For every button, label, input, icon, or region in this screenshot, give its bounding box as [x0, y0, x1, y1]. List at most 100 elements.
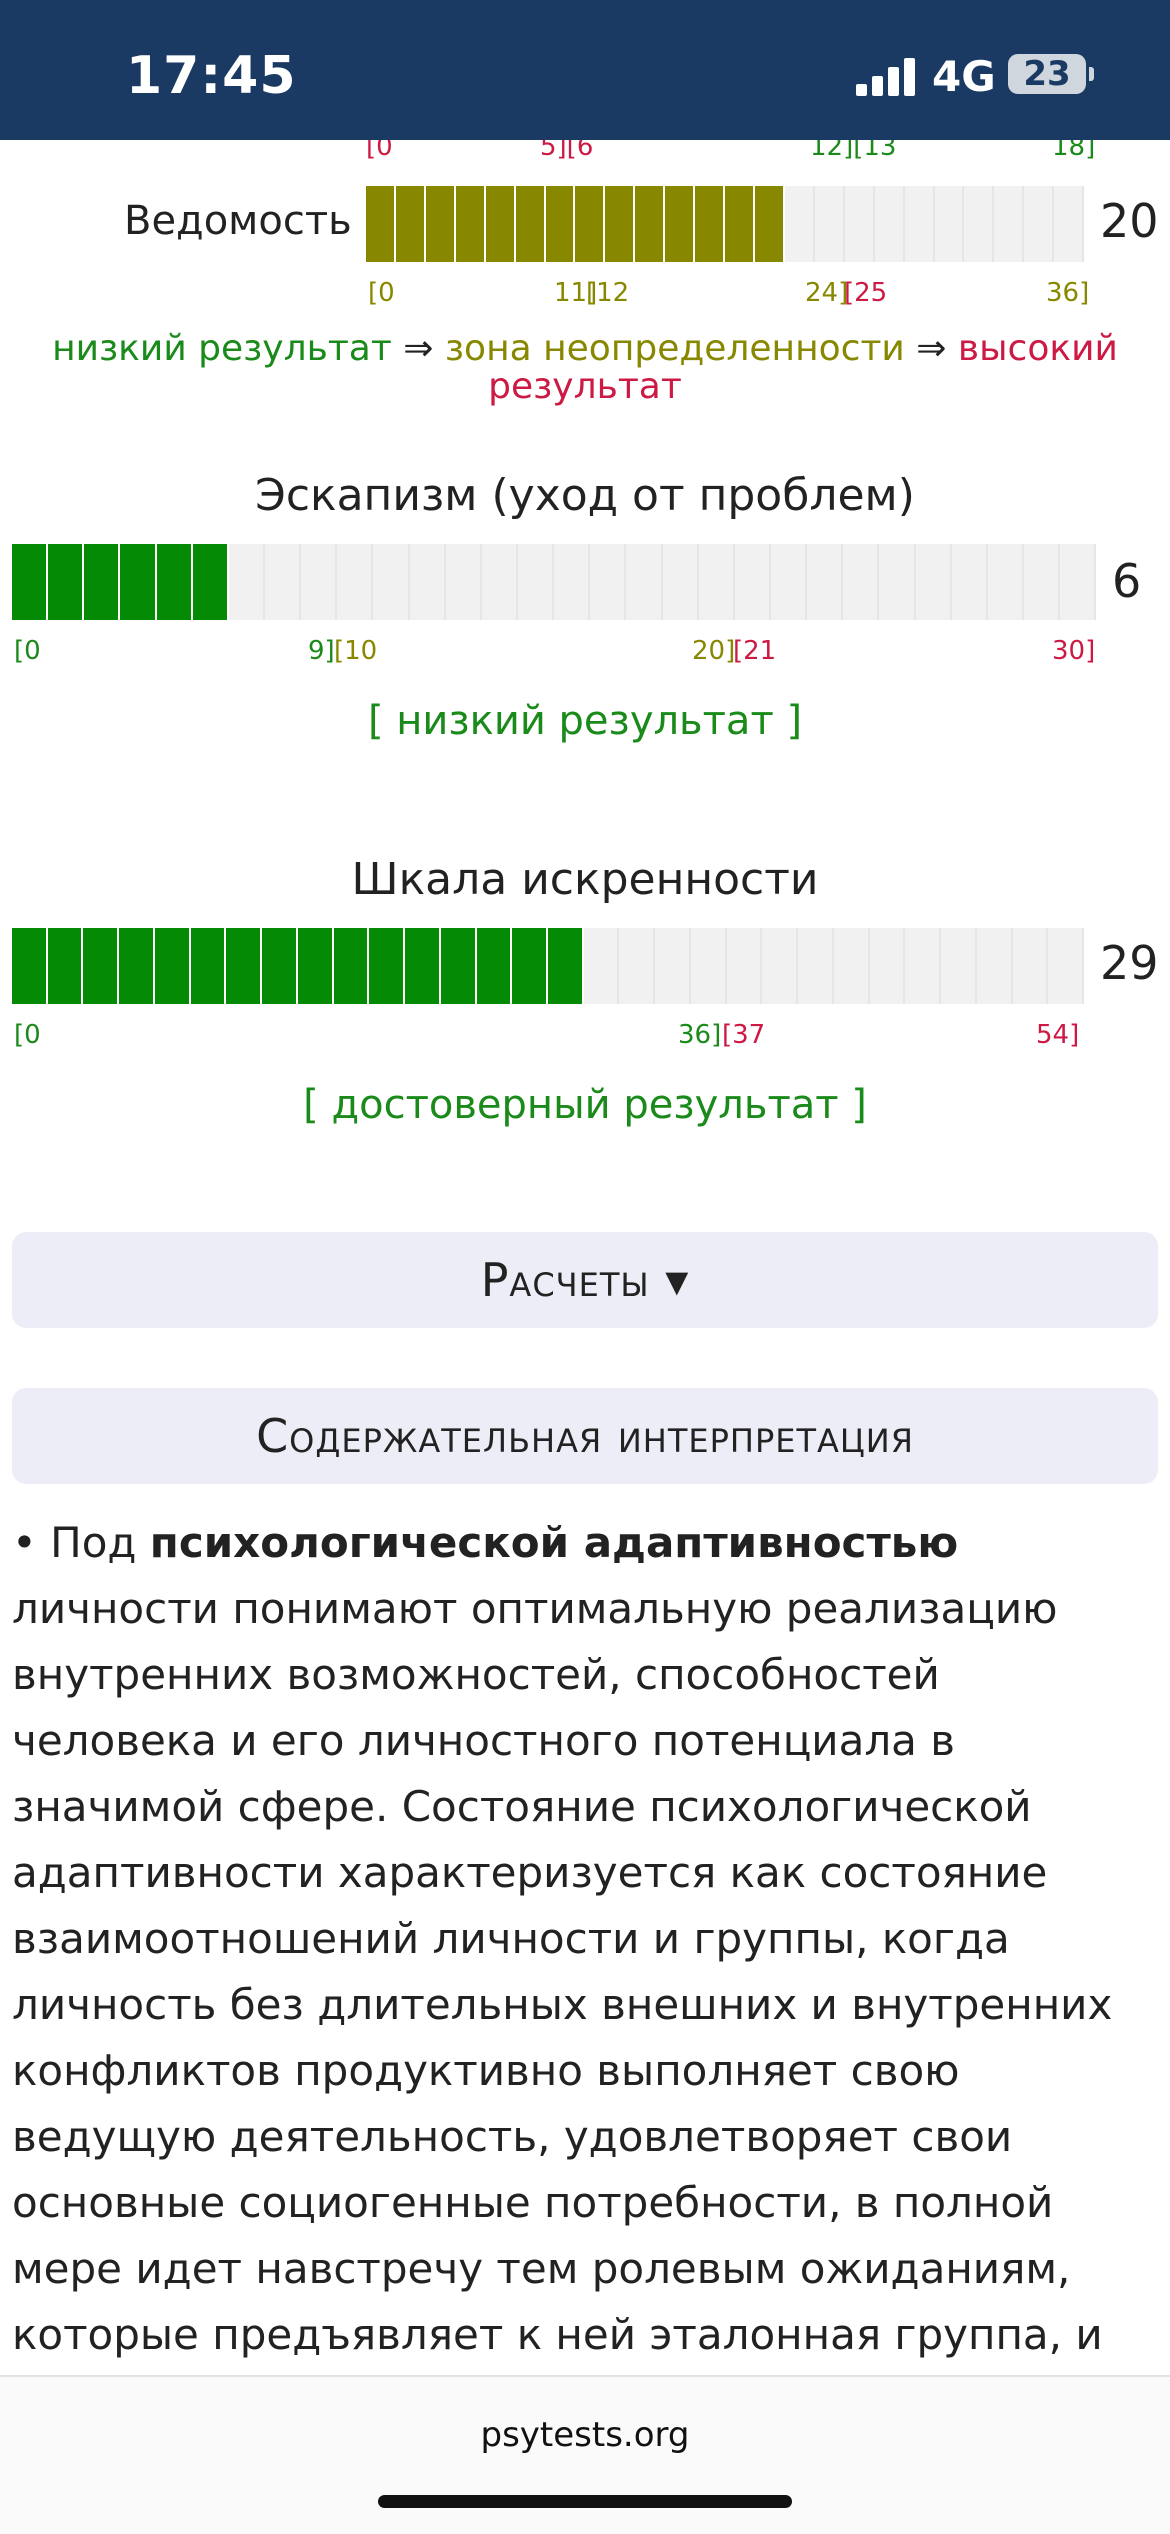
- paragraph-text: личности понимают оптимальную реализацию…: [12, 1584, 1113, 2359]
- tick-label: [0: [14, 636, 41, 666]
- bar-segment-empty: [699, 544, 735, 620]
- bar-segment-empty: [584, 928, 620, 1004]
- bar-segment-empty: [229, 544, 265, 620]
- bar-segment-empty: [337, 544, 374, 620]
- bar-segment-empty: [1048, 928, 1085, 1004]
- bar-segment-filled: [548, 928, 584, 1004]
- bar-segment-filled: [12, 928, 48, 1004]
- bar-segment-empty: [482, 544, 518, 620]
- bar-segment-filled: [665, 186, 696, 262]
- interpretation-section-header[interactable]: Содержательная интерпретация: [12, 1388, 1158, 1484]
- tick-label: 12][13: [810, 140, 897, 162]
- bar-segment-empty: [727, 928, 763, 1004]
- bar-segment-empty: [762, 928, 799, 1004]
- bar-segment-filled: [369, 928, 406, 1004]
- bar-segment-filled: [725, 186, 755, 262]
- bar-segment-empty: [1060, 544, 1097, 620]
- bar-segment-empty: [845, 186, 875, 262]
- bar-segment-empty: [834, 928, 870, 1004]
- bar-segment-filled: [84, 544, 121, 620]
- bar-segment-empty: [807, 544, 844, 620]
- bar-segment-filled: [48, 544, 85, 620]
- tick-label: 20]: [692, 636, 736, 666]
- bar-segment-empty: [798, 928, 834, 1004]
- bar-segment-empty: [952, 544, 988, 620]
- bar-segment-filled: [512, 928, 549, 1004]
- bullet-text: • Под: [12, 1518, 150, 1567]
- bar-segment-filled: [695, 186, 726, 262]
- bar-segment-empty: [771, 544, 808, 620]
- bar-segment-filled: [395, 186, 426, 262]
- bar-segment-empty: [626, 544, 663, 620]
- verdict-escapism: [ низкий результат ]: [367, 698, 803, 744]
- bar-segment-empty: [410, 544, 446, 620]
- bar-segment-empty: [1024, 186, 1055, 262]
- tick-label: 54]: [1036, 1020, 1080, 1050]
- bar-segment-empty: [619, 928, 656, 1004]
- bar-segment-filled: [333, 928, 370, 1004]
- bar-segment-filled: [47, 928, 84, 1004]
- scale-bar-escapism: [12, 544, 1097, 620]
- network-type: 4G: [932, 52, 996, 101]
- bar-segment-empty: [1054, 186, 1085, 262]
- bar-segment-filled: [425, 186, 456, 262]
- bar-segment-filled: [119, 928, 155, 1004]
- bar-segment-empty: [691, 928, 727, 1004]
- bar-segment-empty: [905, 928, 942, 1004]
- arrow-icon: ⇒: [904, 328, 958, 369]
- bar-segment-filled: [156, 544, 193, 620]
- bar-segment-empty: [988, 544, 1024, 620]
- scale-label-vedomost: Ведомость: [124, 198, 352, 244]
- scale-bar-sincerity: [12, 928, 1085, 1004]
- bar-segment-empty: [518, 544, 555, 620]
- bar-segment-filled: [154, 928, 191, 1004]
- tick-label: [0: [368, 278, 395, 308]
- bar-segment-empty: [590, 544, 627, 620]
- bar-segment-empty: [373, 544, 410, 620]
- arrow-icon: ⇒: [391, 328, 445, 369]
- bar-segment-empty: [905, 186, 935, 262]
- bar-segment-empty: [875, 186, 905, 262]
- bar-segment-empty: [446, 544, 482, 620]
- browser-address-bar[interactable]: psytests.org: [0, 2375, 1170, 2534]
- scale-title-sincerity: Шкала искренности: [351, 854, 819, 905]
- page-content[interactable]: [0 5][6 12][13 18] Ведомость 20 [0 11] […: [0, 140, 1170, 2375]
- tick-label: 36]: [678, 1020, 722, 1050]
- tick-label: 30]: [1052, 636, 1096, 666]
- site-url[interactable]: psytests.org: [0, 2415, 1170, 2455]
- bar-segment-filled: [575, 186, 606, 262]
- tick-label: 36]: [1046, 278, 1090, 308]
- bar-segment-filled: [605, 186, 636, 262]
- score-sincerity: 29: [1100, 936, 1159, 990]
- bar-segment-empty: [735, 544, 771, 620]
- bar-segment-empty: [870, 928, 906, 1004]
- battery-icon: 23: [1008, 54, 1094, 94]
- bar-segment-filled: [545, 186, 576, 262]
- bar-segment-empty: [1024, 544, 1061, 620]
- calculations-toggle-button[interactable]: Расчеты ▾: [12, 1232, 1158, 1328]
- tick-label: 5][6: [540, 140, 594, 162]
- bold-term: психологической адаптивностью: [149, 1518, 959, 1567]
- bar-segment-empty: [941, 928, 977, 1004]
- bar-segment-empty: [655, 928, 691, 1004]
- bar-segment-filled: [83, 928, 120, 1004]
- bar-segment-empty: [554, 544, 591, 620]
- bar-segment-filled: [226, 928, 263, 1004]
- bar-segment-filled: [515, 186, 546, 262]
- tick-label: [0: [366, 140, 393, 162]
- tick-label: [37: [722, 1020, 766, 1050]
- home-indicator[interactable]: [378, 2495, 792, 2508]
- bar-segment-empty: [843, 544, 880, 620]
- bar-segment-filled: [476, 928, 513, 1004]
- tick-label: [12: [586, 278, 630, 308]
- bar-segment-filled: [485, 186, 516, 262]
- bar-segment-filled: [754, 186, 785, 262]
- scale-title-escapism: Эскапизм (уход от проблем): [255, 470, 915, 521]
- score-escapism: 6: [1112, 554, 1142, 608]
- bar-segment-filled: [455, 186, 486, 262]
- bar-segment-empty: [1013, 928, 1049, 1004]
- verdict-sincerity: [ достоверный результат ]: [303, 1082, 867, 1128]
- bar-segment-empty: [265, 544, 302, 620]
- scale-bar-vedomost: [366, 186, 1085, 262]
- interpretation-text: • Под психологической адаптивностью личн…: [12, 1510, 1158, 2368]
